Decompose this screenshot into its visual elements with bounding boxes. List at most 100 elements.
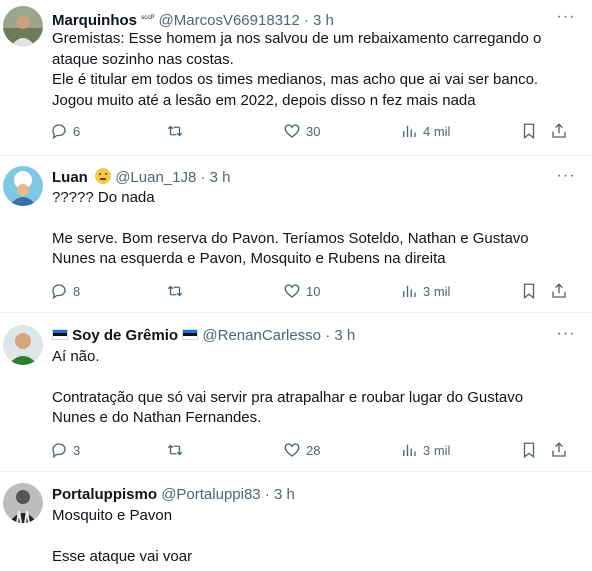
text-line: Contratação que só vai servir pra atrapa… [52,388,524,406]
text-line: ataque sozinho nas costas. [52,50,234,68]
handle[interactable]: @MarcosV66918312 [159,12,300,29]
separator: · [200,169,206,186]
separator: · [264,486,270,503]
handle[interactable]: @Luan_1J8 [115,169,196,186]
display-name[interactable]: Soy de Grêmio [72,327,178,344]
share-button[interactable] [550,440,568,460]
reply-count: 3 [73,442,81,458]
action-bar: 8 10 3 mil [50,281,580,301]
separator: · [303,12,309,29]
bookmark-icon [523,123,535,140]
display-name[interactable]: Portaluppismo [52,486,157,503]
timestamp[interactable]: 3 h [334,327,355,344]
grimace-emoji-icon [95,168,112,184]
more-options-icon[interactable]: ··· [554,168,578,189]
text-line: Ele é titular em todos os times medianos… [52,71,539,88]
display-name[interactable]: Marquinhos [52,12,137,29]
view-count: 3 mil [423,283,451,299]
like-count: 10 [306,283,321,299]
share-button[interactable] [550,281,568,301]
handle[interactable]: @RenanCarlesso [202,327,321,344]
views-icon [403,285,416,297]
handle[interactable]: @Portaluppi83 [161,486,260,503]
reply-count: 8 [73,283,81,299]
text-line: Aí não. [52,348,100,365]
tweet[interactable]: Portaluppismo @Portaluppi83 · 3 h Mosqui… [0,472,592,571]
avatar[interactable] [3,6,43,46]
tweet-text: Mosquito e Pavon Esse ataque vai voar [52,506,582,567]
retweet-button[interactable] [166,281,184,301]
reply-icon [52,443,66,459]
tweet[interactable]: Soy de Grêmio @RenanCarlesso · 3 h ··· A… [0,313,592,472]
tweet-text: Aí não. Contratação que só vai servir pr… [52,347,582,429]
reply-button[interactable]: 8 [50,281,80,301]
tweet-text: ????? Do nada Me serve. Bom reserva do P… [52,188,582,270]
reply-count: 6 [73,123,81,139]
views-button[interactable]: 3 mil [400,281,450,301]
reply-icon [52,124,66,140]
bookmark-icon [523,283,535,300]
text-line: Nunes e do Nathan Fernandes. [52,409,262,426]
bookmark-button[interactable] [520,281,538,301]
views-button[interactable]: 3 mil [400,440,450,460]
views-icon [403,444,416,456]
share-icon [552,283,566,298]
text-line: Nunes na esquerda e Pavon, Mosquito e Ru… [52,250,446,267]
reply-icon [52,284,66,300]
view-count: 4 mil [423,123,451,139]
tweet[interactable]: Marquinhos ˢᶜᶜᴾ @MarcosV66918312 · 3 h ·… [0,0,592,156]
text-line: Gremistas: Esse homem ja nos salvou de u… [52,30,542,47]
tweet-text: Gremistas: Esse homem ja nos salvou de u… [52,29,582,111]
retweet-button[interactable] [166,121,184,141]
avatar[interactable] [3,166,43,206]
bookmark-icon [523,442,535,459]
more-options-icon[interactable]: ··· [554,9,578,30]
tweet-header: Marquinhos ˢᶜᶜᴾ @MarcosV66918312 · 3 h [52,8,552,29]
separator: · [325,327,331,344]
tweet[interactable]: Luan @Luan_1J8 · 3 h ··· ????? Do nada M… [0,156,592,313]
tweet-header: Soy de Grêmio @RenanCarlesso · 3 h [52,326,552,346]
tweet-header: Luan @Luan_1J8 · 3 h [52,168,552,188]
retweet-icon [167,285,183,297]
heart-icon [284,124,300,138]
avatar[interactable] [3,483,43,523]
bookmark-button[interactable] [520,121,538,141]
text-line: ????? Do nada [52,189,155,206]
text-line: Mosquito e Pavon [52,507,173,524]
name-suffix: ˢᶜᶜᴾ [141,13,155,23]
text-line: Me serve. Bom reserva do Pavon. Teríamos… [52,229,529,247]
like-button[interactable]: 10 [283,281,320,301]
views-icon [403,125,416,137]
retweet-icon [167,125,183,137]
like-button[interactable]: 28 [283,440,320,460]
like-count: 28 [306,442,321,458]
display-name[interactable]: Luan [52,169,88,186]
retweet-icon [167,444,183,456]
like-count: 30 [306,123,321,139]
views-button[interactable]: 4 mil [400,121,450,141]
like-button[interactable]: 30 [283,121,320,141]
bookmark-button[interactable] [520,440,538,460]
more-options-icon[interactable]: ··· [554,326,578,347]
tweet-feed: Marquinhos ˢᶜᶜᴾ @MarcosV66918312 · 3 h ·… [0,0,592,571]
timestamp[interactable]: 3 h [274,486,295,503]
heart-icon [284,284,300,298]
gremio-flag-icon [182,329,199,340]
retweet-button[interactable] [166,440,184,460]
share-button[interactable] [550,121,568,141]
timestamp[interactable]: 3 h [210,169,231,186]
text-line: Jogou muito até a lesão em 2022, depois … [52,91,476,109]
view-count: 3 mil [423,442,451,458]
action-bar: 6 30 4 mil [50,121,580,141]
action-bar: 3 28 3 mil [50,440,580,460]
gremio-flag-icon [52,329,68,340]
share-icon [552,123,566,138]
reply-button[interactable]: 6 [50,121,80,141]
heart-icon [284,443,300,457]
tweet-header: Portaluppismo @Portaluppi83 · 3 h [52,485,552,505]
share-icon [552,442,566,457]
text-line: Esse ataque vai voar [52,547,193,565]
timestamp[interactable]: 3 h [313,12,334,29]
reply-button[interactable]: 3 [50,440,80,460]
avatar[interactable] [3,325,43,365]
